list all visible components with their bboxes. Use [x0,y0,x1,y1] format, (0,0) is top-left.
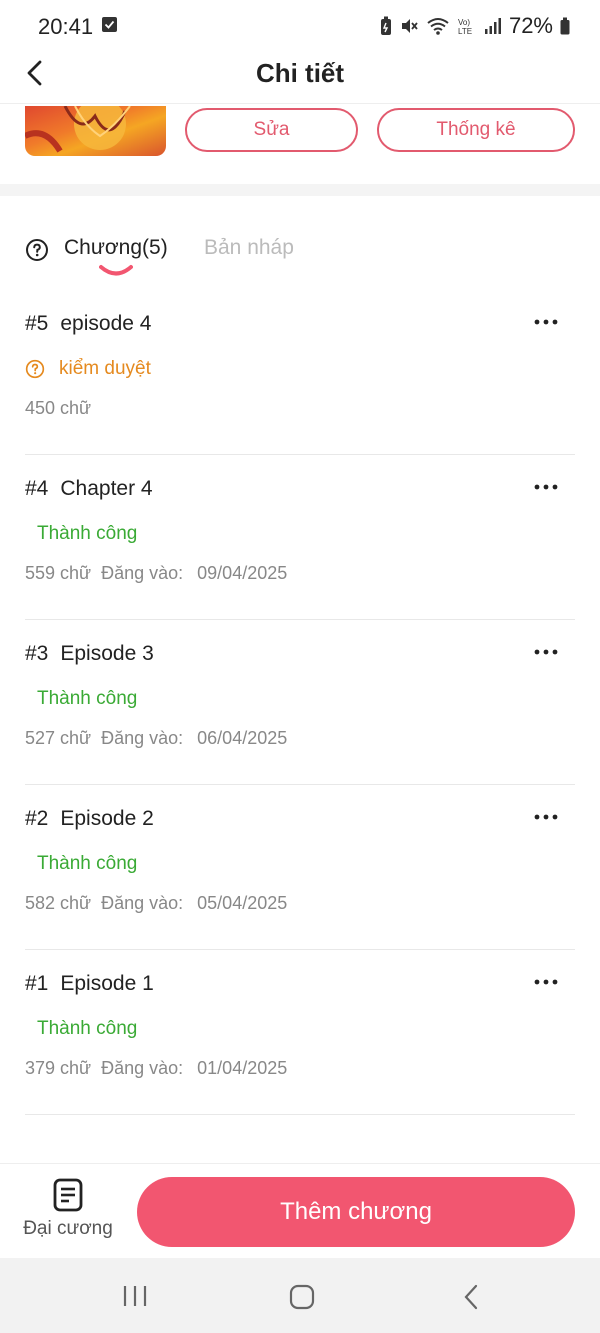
more-options-button[interactable] [533,807,559,827]
chapter-number: #5 [25,312,49,335]
chapter-status: kiểm duyệt [25,358,151,380]
word-count: 450 chữ [25,398,92,418]
story-summary: Sửa Thống kê [0,104,600,184]
published-label: Đăng vào: [101,893,184,913]
more-horizontal-icon [534,319,558,325]
more-options-button[interactable] [533,972,559,992]
published-label: Đăng vào: [101,1058,184,1078]
chapter-item[interactable]: #1 Episode 1 Thành công 379 chữ Đăng vào: 0… [25,950,575,1115]
home-icon[interactable] [289,1284,315,1310]
more-options-button[interactable] [533,477,559,497]
recent-apps-icon[interactable] [122,1284,148,1308]
chapter-name: Episode 2 [60,807,154,830]
chapter-list: #5 episode 4 kiểm duyệt 450 chữ #4 Chapter… [25,290,575,1115]
chapter-name: Episode 1 [60,972,154,995]
battery-percent: 72% [508,13,553,38]
tab-chapters[interactable]: Chương(5) [64,236,168,260]
published-date: 09/04/2025 [197,563,288,583]
chapter-title: #2 Episode 2 [25,807,154,831]
chapter-number: #3 [25,642,49,665]
battery-saver-icon [380,16,391,35]
checkbox-icon [102,17,117,32]
word-count: 559 chữ [25,563,92,583]
status-icons: Vo) LTE 72% [380,13,570,38]
pending-help-icon [25,359,45,379]
chapter-item[interactable]: #4 Chapter 4 Thành công 559 chữ Đăng vào: 0… [25,455,575,620]
chapter-title: #1 Episode 1 [25,972,154,996]
cover-image [25,106,166,156]
svg-text:Vo): Vo) [458,18,470,27]
chapter-title: #4 Chapter 4 [25,477,153,501]
chapter-number: #4 [25,477,49,500]
more-horizontal-icon [534,649,558,655]
published-label: Đăng vào: [101,728,184,748]
more-horizontal-icon [534,979,558,985]
page-title: Chi tiết [255,58,345,88]
chapter-tabs: Chương(5) Bản nháp [25,230,575,280]
outline-label: Đại cương [23,1218,113,1239]
published-date: 01/04/2025 [197,1058,288,1078]
chapter-meta: 379 chữ Đăng vào: 01/04/2025 [25,1058,297,1079]
system-nav-bar [0,1258,600,1333]
more-horizontal-icon [534,814,558,820]
chapter-title: #3 Episode 3 [25,642,154,666]
word-count: 379 chữ [25,1058,92,1078]
chapter-status: Thành công [37,853,138,874]
chapter-status: Thành công [37,1018,138,1039]
add-chapter-button[interactable]: Thêm chương [137,1177,575,1247]
more-options-button[interactable] [533,312,559,332]
outline-button[interactable]: Đại cương [18,1178,118,1248]
edit-button[interactable]: Sửa [185,108,358,152]
published-date: 06/04/2025 [197,728,288,748]
header: Chi tiết [0,50,600,104]
wifi-icon [427,18,449,35]
status-label: kiểm duyệt [59,358,151,379]
word-count: 527 chữ [25,728,92,748]
help-icon[interactable] [25,238,49,262]
stats-button[interactable]: Thống kê [377,108,575,152]
chapter-item[interactable]: #2 Episode 2 Thành công 582 chữ Đăng vào: 0… [25,785,575,950]
chapter-meta: 527 chữ Đăng vào: 06/04/2025 [25,728,297,749]
chapter-meta: 582 chữ Đăng vào: 05/04/2025 [25,893,297,914]
signal-icon [484,18,501,34]
chapter-meta: 559 chữ Đăng vào: 09/04/2025 [25,563,297,584]
more-options-button[interactable] [533,642,559,662]
section-divider [0,184,600,196]
document-icon [53,1178,83,1212]
chapter-number: #1 [25,972,49,995]
more-horizontal-icon [534,484,558,490]
active-tab-indicator [99,265,133,276]
battery-icon [560,17,570,35]
status-time: 20:41 [38,14,94,39]
chapter-item[interactable]: #3 Episode 3 Thành công 527 chữ Đăng vào: 0… [25,620,575,785]
published-label: Đăng vào: [101,563,184,583]
word-count: 582 chữ [25,893,92,913]
chapter-meta: 450 chữ [25,398,101,419]
chapter-name: Episode 3 [60,642,154,665]
mute-icon [401,19,418,33]
chapter-number: #2 [25,807,49,830]
chapter-status: Thành công [37,688,138,709]
chapter-name: Chapter 4 [60,477,153,500]
bottom-action-bar: Đại cương Thêm chương [0,1163,600,1258]
volte-icon: Vo)LTE [458,18,472,36]
chapter-name: episode 4 [60,312,152,335]
tab-drafts[interactable]: Bản nháp [204,236,294,260]
nav-back-icon[interactable] [462,1284,480,1310]
status-bar: 20:41 Vo) LTE 72% [0,0,600,50]
published-date: 05/04/2025 [197,893,288,913]
chapter-item[interactable]: #5 episode 4 kiểm duyệt 450 chữ [25,290,575,455]
svg-text:LTE: LTE [458,27,472,36]
chapter-status: Thành công [37,523,138,544]
chapter-title: #5 episode 4 [25,312,151,336]
